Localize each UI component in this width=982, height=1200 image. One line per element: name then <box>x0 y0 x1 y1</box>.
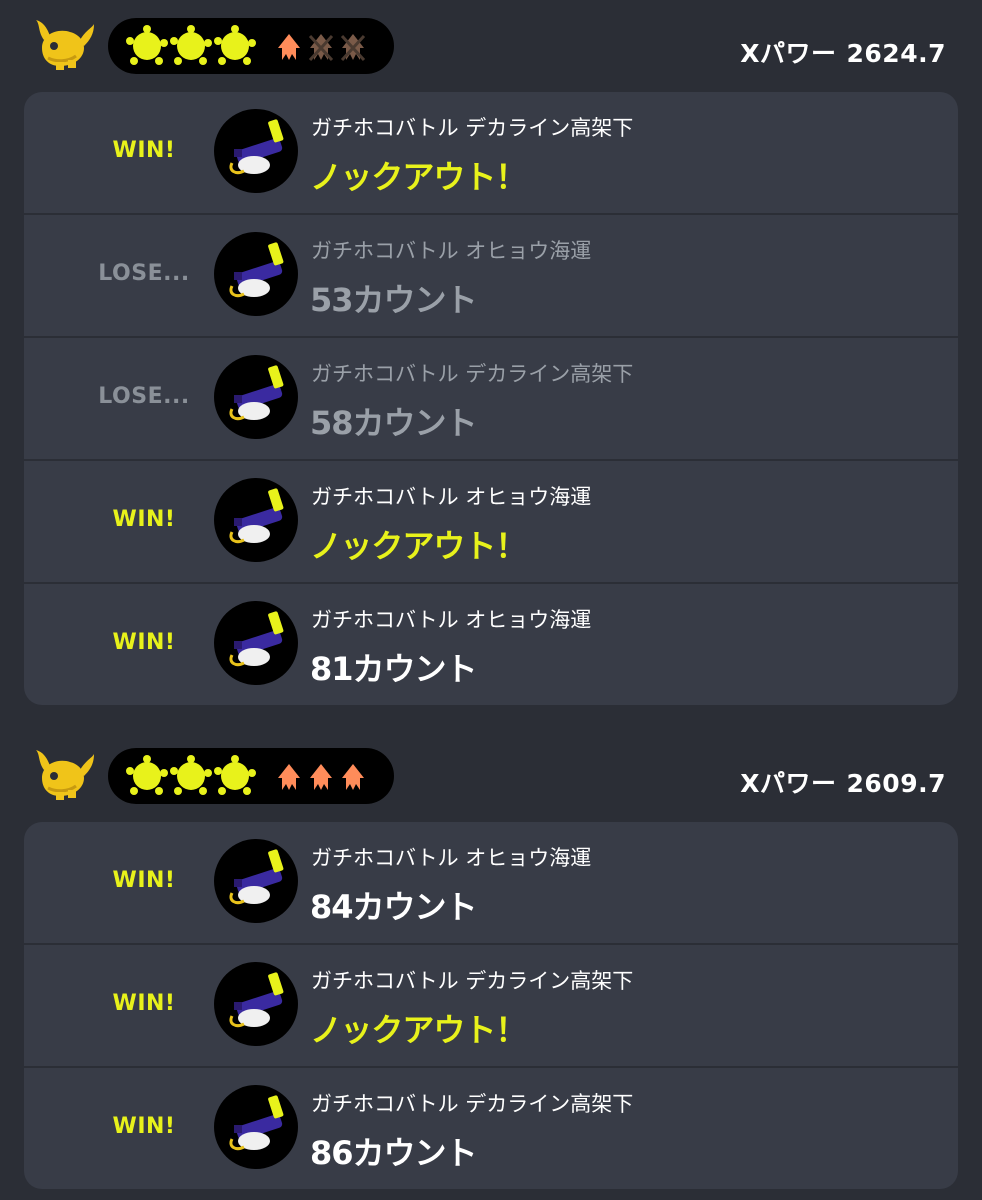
battle-list: WIN! ガチホコバトル デカライン高架下 ノックアウト！ LOSE... ガチ… <box>24 92 958 705</box>
squid-icon <box>342 764 364 790</box>
battle-result: WIN! <box>112 991 176 1016</box>
battle-row[interactable]: WIN! ガチホコバトル オヒョウ海運 84カウント <box>24 822 958 945</box>
stage-name: ガチホコバトル オヒョウ海運 <box>311 485 592 509</box>
weapon-icon <box>214 232 298 316</box>
xpower-value: 2609.7 <box>846 769 946 798</box>
battle-result: LOSE... <box>98 261 190 286</box>
weapon-icon <box>214 355 298 439</box>
battle-result: LOSE... <box>98 384 190 409</box>
battle-score: ノックアウト！ <box>310 158 527 196</box>
xpower-display: Xパワー 2624.7 <box>740 34 946 70</box>
stage-name: ガチホコバトル オヒョウ海運 <box>311 239 592 263</box>
battle-score: 84カウント <box>310 888 478 926</box>
battle-score: ノックアウト！ <box>310 527 527 565</box>
battle-row[interactable]: LOSE... ガチホコバトル デカライン高架下 58カウント <box>24 338 958 461</box>
stage-name: ガチホコバトル オヒョウ海運 <box>311 608 592 632</box>
xpower-label: Xパワー <box>740 39 837 68</box>
battle-result: WIN! <box>112 1114 176 1139</box>
stage-name: ガチホコバトル デカライン高架下 <box>311 1092 634 1116</box>
weapon-icon <box>214 601 298 685</box>
stage-name: ガチホコバトル デカライン高架下 <box>311 362 634 386</box>
squid-crossed-icon <box>308 34 334 62</box>
squid-icon <box>278 764 300 790</box>
battle-row[interactable]: WIN! ガチホコバトル デカライン高架下 ノックアウト！ <box>24 92 958 215</box>
battle-row[interactable]: WIN! ガチホコバトル デカライン高架下 86カウント <box>24 1068 958 1189</box>
battle-result: WIN! <box>112 507 176 532</box>
battle-set-2: Xパワー 2609.7 WIN! ガチホコバトル オヒョウ海運 84カウント WI… <box>0 730 982 1189</box>
weapon-icon <box>214 109 298 193</box>
battle-row[interactable]: WIN! ガチホコバトル デカライン高架下 ノックアウト！ <box>24 945 958 1068</box>
splat-icon <box>126 755 168 795</box>
xpower-display: Xパワー 2609.7 <box>740 764 946 800</box>
splat-icon <box>126 25 168 65</box>
battle-list: WIN! ガチホコバトル オヒョウ海運 84カウント WIN! ガチホコバトル … <box>24 822 958 1189</box>
splat-icon <box>214 25 256 65</box>
weapon-icon <box>214 1085 298 1169</box>
battle-row[interactable]: LOSE... ガチホコバトル オヒョウ海運 53カウント <box>24 215 958 338</box>
squid-crossed-icon <box>340 34 366 62</box>
battle-row[interactable]: WIN! ガチホコバトル オヒョウ海運 81カウント <box>24 584 958 705</box>
splat-icon <box>170 25 212 65</box>
weapon-icon <box>214 478 298 562</box>
whale-icon <box>36 750 94 800</box>
weapon-icon <box>214 839 298 923</box>
xpower-value: 2624.7 <box>846 39 946 68</box>
set-header: Xパワー 2609.7 <box>0 730 982 822</box>
squid-icon <box>310 764 332 790</box>
victory-badge <box>108 18 394 74</box>
stage-name: ガチホコバトル デカライン高架下 <box>311 116 634 140</box>
battle-result: WIN! <box>112 868 176 893</box>
battle-score: 86カウント <box>310 1134 478 1172</box>
xpower-label: Xパワー <box>740 769 837 798</box>
squid-icon <box>278 34 300 60</box>
set-header: Xパワー 2624.7 <box>0 0 982 92</box>
weapon-icon <box>214 962 298 1046</box>
battle-score: 58カウント <box>310 404 478 442</box>
splat-icon <box>214 755 256 795</box>
whale-icon <box>36 20 94 70</box>
splat-icon <box>170 755 212 795</box>
stage-name: ガチホコバトル オヒョウ海運 <box>311 846 592 870</box>
battle-score: 53カウント <box>310 281 478 319</box>
battle-result: WIN! <box>112 138 176 163</box>
battle-score: 81カウント <box>310 650 478 688</box>
battle-score: ノックアウト！ <box>310 1011 527 1049</box>
battle-set-1: Xパワー 2624.7 WIN! ガチホコバトル デカライン高架下 ノックアウト！… <box>0 0 982 705</box>
stage-name: ガチホコバトル デカライン高架下 <box>311 969 634 993</box>
battle-result: WIN! <box>112 630 176 655</box>
victory-badge <box>108 748 394 804</box>
battle-row[interactable]: WIN! ガチホコバトル オヒョウ海運 ノックアウト！ <box>24 461 958 584</box>
